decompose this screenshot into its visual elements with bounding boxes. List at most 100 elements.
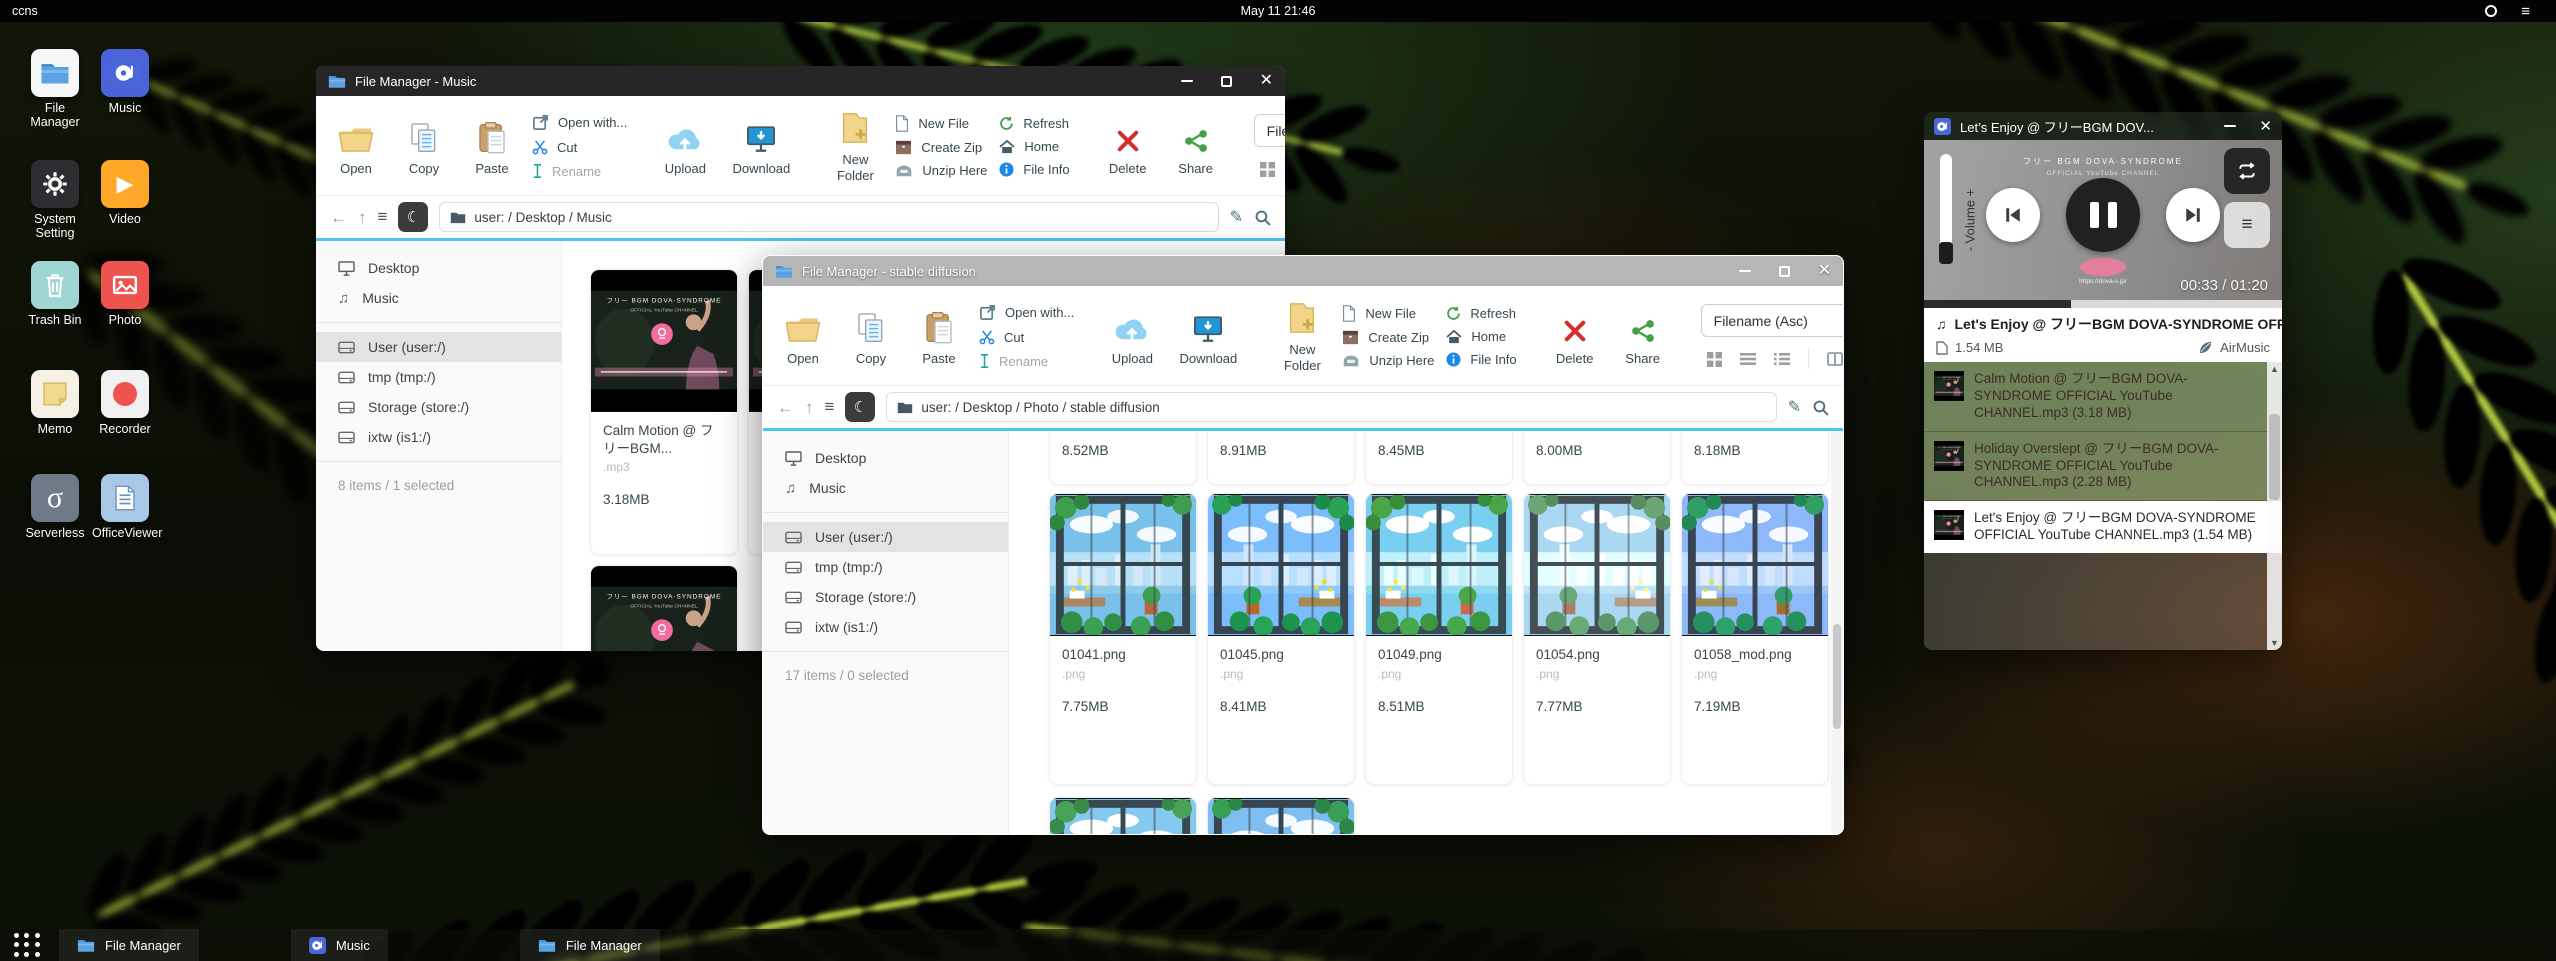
taskbar-item-file-manager-1[interactable]: File Manager: [59, 929, 199, 961]
download-button[interactable]: Download: [1172, 308, 1244, 366]
cut-button[interactable]: Cut: [979, 329, 1074, 345]
file-card-partial-bottom[interactable]: [1049, 797, 1197, 834]
files-scrollbar[interactable]: [1831, 431, 1843, 834]
scroll-up-icon[interactable]: ▲: [2270, 364, 2279, 374]
progress-bar[interactable]: [1924, 300, 2282, 308]
up-icon[interactable]: ↑: [805, 399, 814, 416]
sort-dropdown[interactable]: Filename (Asc)▼: [1254, 114, 1285, 147]
download-button[interactable]: Download: [725, 118, 797, 176]
desktop-icon-music[interactable]: Music: [92, 49, 158, 115]
new-folder-button[interactable]: New Folder: [1274, 299, 1330, 373]
rename-button[interactable]: Rename: [979, 353, 1074, 369]
playlist-scrollbar[interactable]: ▲ ▼: [2267, 362, 2282, 650]
desktop-icon-serverless[interactable]: σ Serverless: [22, 474, 88, 540]
path-field[interactable]: user: / Desktop / Photo / stable diffusi…: [886, 392, 1776, 422]
window2-titlebar[interactable]: File Manager - stable diffusion ✕: [763, 256, 1843, 286]
refresh-button[interactable]: Refresh: [999, 116, 1069, 131]
sidebar-item-tmp-drive[interactable]: tmp (tmp:/): [316, 362, 561, 392]
taskbar-item-music[interactable]: Music: [291, 929, 388, 961]
view-detail-icon[interactable]: [1774, 352, 1790, 366]
minimize-button[interactable]: [2224, 125, 2236, 128]
repeat-button[interactable]: [2224, 148, 2270, 194]
desktop-icon-photo[interactable]: Photo: [92, 261, 158, 327]
path-field[interactable]: user: / Desktop / Music: [439, 202, 1218, 232]
file-card-partial[interactable]: 8.52MB: [1049, 431, 1197, 485]
minimize-button[interactable]: [1739, 270, 1751, 273]
file-card-partial[interactable]: 8.45MB: [1365, 431, 1513, 485]
sidebar-item-storage-drive[interactable]: Storage (store:/): [763, 582, 1008, 612]
unzip-here-button[interactable]: Unzip Here: [895, 163, 987, 178]
next-button[interactable]: [2166, 188, 2220, 242]
playlist-item-current[interactable]: Let's Enjoy @ フリーBGM DOVA-SYNDROME OFFIC…: [1924, 501, 2282, 553]
open-with-button[interactable]: Open with...: [979, 304, 1074, 321]
power-icon[interactable]: [2485, 5, 2497, 17]
file-card-partial-bottom[interactable]: [1207, 797, 1355, 834]
delete-button[interactable]: Delete: [1100, 118, 1156, 176]
file-card-01054[interactable]: 01054.png .png 7.77MB: [1523, 493, 1671, 785]
taskbar-item-file-manager-2[interactable]: File Manager: [520, 929, 660, 961]
desktop-icon-file-manager[interactable]: File Manager: [22, 49, 88, 130]
sidebar-item-user-drive[interactable]: User (user:/): [763, 522, 1008, 552]
upload-button[interactable]: Upload: [1104, 308, 1160, 366]
home-button[interactable]: Home: [1446, 329, 1516, 344]
menu-list-icon[interactable]: ≡: [378, 207, 388, 227]
view-columns-icon[interactable]: [1827, 352, 1843, 366]
file-card-calm-motion[interactable]: Calm Motion @ フリーBGM... .mp3 3.18MB: [590, 269, 738, 555]
file-info-button[interactable]: File Info: [1446, 352, 1516, 367]
file-card-01058-mod[interactable]: 01058_mod.png .png 7.19MB: [1681, 493, 1829, 785]
back-icon[interactable]: ←: [777, 399, 794, 416]
new-folder-button[interactable]: New Folder: [827, 109, 883, 183]
file-card-partial[interactable]: 8.91MB: [1207, 431, 1355, 485]
file-card-01045[interactable]: 01045.png .png 8.41MB: [1207, 493, 1355, 785]
app-launcher-button[interactable]: [13, 932, 41, 958]
player-titlebar[interactable]: Let’s Enjoy @ フリーBGM DOV... ✕: [1924, 112, 2282, 140]
dark-mode-toggle[interactable]: ☾: [845, 392, 875, 422]
open-button[interactable]: Open: [328, 118, 384, 176]
previous-button[interactable]: [1986, 188, 2040, 242]
view-grid-icon[interactable]: [1707, 352, 1722, 367]
share-button[interactable]: Share: [1168, 118, 1224, 176]
playlist-item[interactable]: Calm Motion @ フリーBGM DOVA-SYNDROME OFFIC…: [1924, 362, 2282, 432]
unzip-here-button[interactable]: Unzip Here: [1342, 353, 1434, 368]
desktop-icon-video[interactable]: ▶ Video: [92, 160, 158, 226]
close-button[interactable]: ✕: [1260, 73, 1273, 89]
search-icon[interactable]: [1812, 399, 1829, 416]
sort-dropdown[interactable]: Filename (Asc)▼: [1701, 304, 1844, 337]
desktop-icon-officeviewer[interactable]: OfficeViewer: [92, 474, 158, 540]
rename-button[interactable]: Rename: [532, 163, 627, 179]
dark-mode-toggle[interactable]: ☾: [398, 202, 428, 232]
sidebar-item-ixtw-drive[interactable]: ixtw (is1:/): [763, 612, 1008, 642]
menu-icon[interactable]: ≡: [2521, 4, 2530, 19]
close-button[interactable]: ✕: [2259, 117, 2272, 135]
open-with-button[interactable]: Open with...: [532, 114, 627, 131]
file-info-button[interactable]: File Info: [999, 162, 1069, 177]
sidebar-item-desktop[interactable]: Desktop: [316, 253, 561, 283]
desktop-icon-recorder[interactable]: Recorder: [92, 370, 158, 436]
copy-button[interactable]: Copy: [396, 118, 452, 176]
share-button[interactable]: Share: [1615, 308, 1671, 366]
up-icon[interactable]: ↑: [358, 209, 367, 226]
desktop-icon-memo[interactable]: Memo: [22, 370, 88, 436]
create-zip-button[interactable]: Create Zip: [1342, 330, 1434, 345]
view-list-icon[interactable]: [1740, 352, 1756, 366]
minimize-button[interactable]: [1181, 80, 1193, 83]
sidebar-item-user-drive[interactable]: User (user:/): [316, 332, 561, 362]
back-icon[interactable]: ←: [330, 209, 347, 226]
home-button[interactable]: Home: [999, 139, 1069, 154]
new-file-button[interactable]: New File: [1342, 305, 1434, 322]
paste-button[interactable]: Paste: [464, 118, 520, 176]
close-button[interactable]: ✕: [1818, 263, 1831, 279]
sidebar-item-desktop[interactable]: Desktop: [763, 443, 1008, 473]
cut-button[interactable]: Cut: [532, 139, 627, 155]
upload-button[interactable]: Upload: [657, 118, 713, 176]
paste-button[interactable]: Paste: [911, 308, 967, 366]
playlist-item[interactable]: Holiday Overslept @ フリーBGM DOVA-SYNDROME…: [1924, 432, 2282, 502]
menu-list-icon[interactable]: ≡: [825, 397, 835, 417]
file-card-partial[interactable]: 8.18MB: [1681, 431, 1829, 485]
maximize-button[interactable]: [1221, 76, 1232, 87]
sidebar-item-music[interactable]: ♫ Music: [316, 283, 561, 313]
scroll-thumb[interactable]: [2269, 414, 2280, 500]
sidebar-item-ixtw-drive[interactable]: ixtw (is1:/): [316, 422, 561, 452]
sidebar-item-music[interactable]: ♫ Music: [763, 473, 1008, 503]
sidebar-item-tmp-drive[interactable]: tmp (tmp:/): [763, 552, 1008, 582]
